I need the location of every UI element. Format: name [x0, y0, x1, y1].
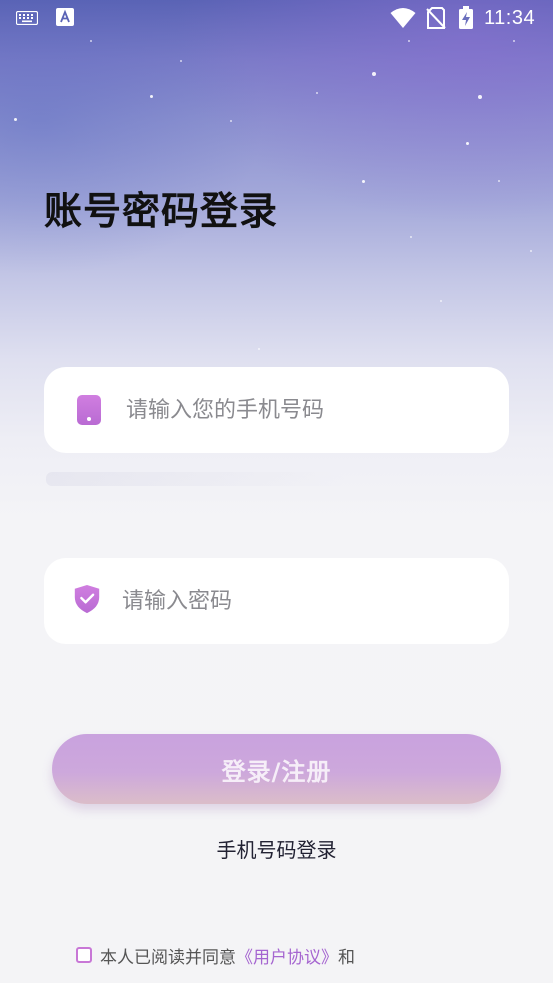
star	[316, 92, 318, 94]
star	[372, 72, 376, 76]
star	[150, 95, 153, 98]
phone-icon	[77, 395, 101, 425]
user-agreement-link[interactable]: 《用户协议》	[236, 943, 338, 968]
agreement-prefix: 本人已阅读并同意	[100, 947, 236, 968]
login-register-button[interactable]: 登录/注册	[52, 734, 501, 804]
star	[258, 348, 260, 350]
wifi-icon	[390, 8, 416, 28]
shield-check-icon	[74, 584, 100, 614]
fade-overlay	[356, 939, 496, 971]
no-sim-icon	[426, 7, 446, 29]
star	[498, 180, 500, 182]
status-bar: 11:34	[0, 0, 553, 36]
phone-login-link[interactable]: 手机号码登录	[0, 834, 553, 863]
phone-field[interactable]	[44, 367, 509, 453]
status-time: 11:34	[484, 7, 536, 29]
password-field[interactable]	[44, 558, 509, 644]
star	[513, 40, 515, 42]
star	[408, 40, 410, 42]
star	[14, 118, 17, 121]
star	[90, 40, 92, 42]
star	[478, 95, 482, 99]
battery-charging-icon	[459, 6, 473, 29]
star	[530, 250, 532, 252]
agree-checkbox[interactable]	[76, 947, 92, 963]
keyboard-icon	[16, 11, 38, 25]
faint-hint	[46, 472, 346, 486]
star	[410, 236, 412, 238]
star	[180, 60, 182, 62]
star	[466, 142, 469, 145]
phone-input[interactable]	[126, 367, 496, 453]
star	[440, 300, 442, 302]
star	[230, 120, 232, 122]
agreement-conjunction: 和	[338, 947, 355, 968]
password-input[interactable]	[122, 558, 492, 644]
star	[362, 180, 365, 183]
a-icon	[56, 8, 74, 26]
agreement-row: 本人已阅读并同意 《用户协议》 和	[76, 939, 496, 971]
page-title: 账号密码登录	[44, 189, 279, 233]
